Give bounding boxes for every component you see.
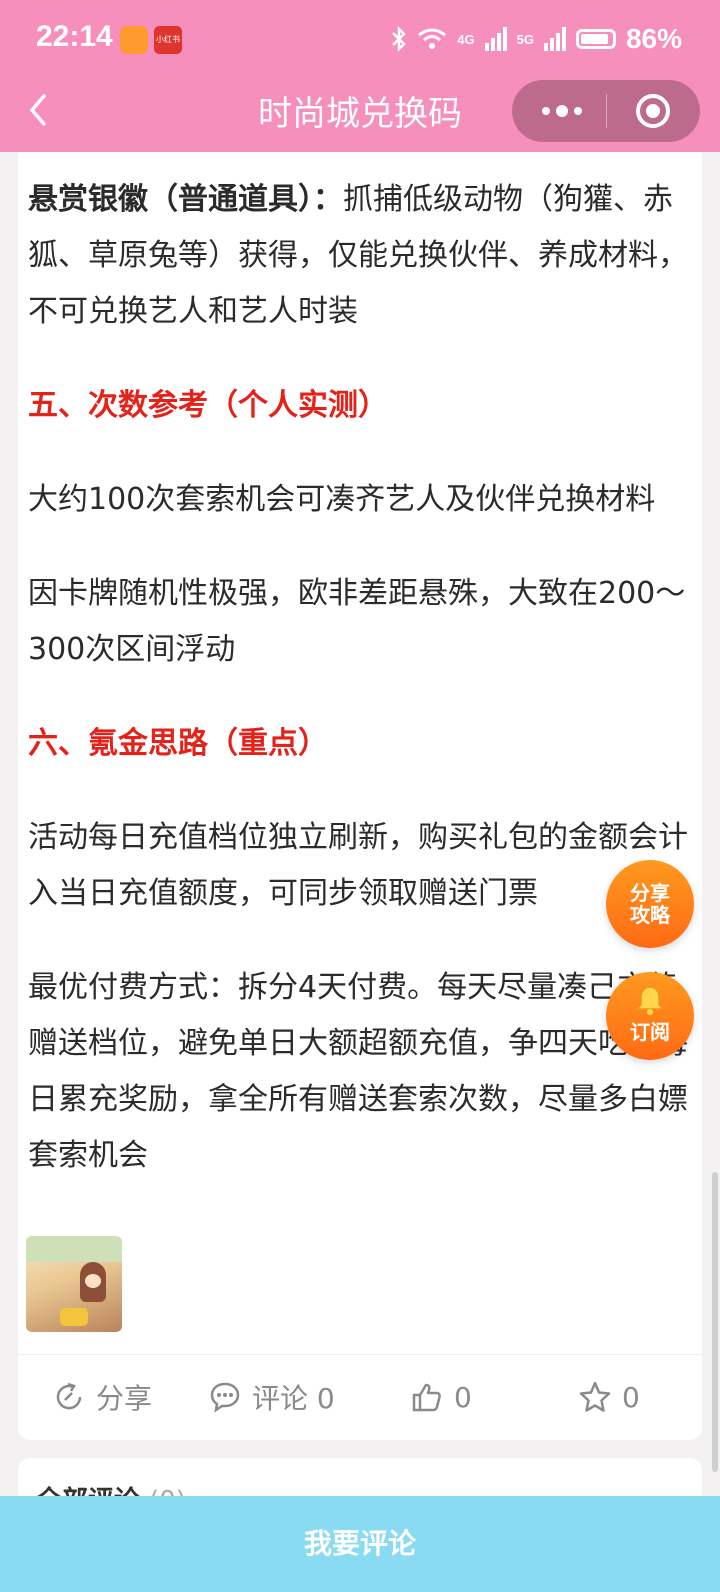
xiaohongshu-app-icon: 小红书 [154,26,182,54]
like-button[interactable]: 0 [410,1375,472,1419]
status-time: 22:14 [36,20,113,53]
article-body: 悬赏银徽（普通道具）：抓捕低级动物（狗獾、赤狐、草原兔等）获得，仅能兑换伙伴、养… [28,172,696,1222]
paragraph: 活动每日充值档位独立刷新，购买礼包的金额会计入当日充值额度，可同步领取赠送门票 [28,820,688,911]
favorite-count: 0 [622,1380,640,1414]
status-bar: 22:14 小红书 4G 5G 86% [0,0,720,78]
subscribe-float-button[interactable]: 订阅 [606,972,694,1060]
section-heading: 五、次数参考（个人实测） [28,388,388,423]
bluetooth-icon [392,26,407,52]
share-label: 分享 [96,1382,153,1415]
action-bar: 分享 评论 0 0 0 [18,1354,702,1439]
share-guide-line1: 分享 [630,881,670,905]
paragraph: 因卡牌随机性极强，欧非差距悬殊，大致在200～300次区间浮动 [28,576,686,667]
status-indicators: 4G 5G 86% [391,18,682,60]
article-card: 悬赏银徽（普通道具）：抓捕低级动物（狗獾、赤狐、草原兔等）获得，仅能兑换伙伴、养… [18,152,702,1440]
scrollbar[interactable] [712,1172,718,1472]
share-button[interactable]: 分享 [52,1375,152,1419]
record-target-icon[interactable] [636,94,670,128]
battery-percent: 86% [625,23,682,54]
thumbs-up-icon [412,1383,441,1412]
subscribe-label: 订阅 [630,1020,670,1044]
miniprogram-capsule [512,80,700,142]
signal-4g-label: 4G [457,31,475,47]
comment-count: 评论 0 [252,1382,335,1415]
nav-bar: 时尚城兑换码 [0,78,720,152]
paragraph: 悬赏银徽（普通道具）：抓捕低级动物（狗獾、赤狐、草原兔等）获得，仅能兑换伙伴、养… [28,172,696,340]
share-guide-line2: 攻略 [630,903,670,927]
heart-app-icon [120,26,148,54]
capsule-divider [606,94,607,128]
paragraph-bold-lead: 悬赏银徽（普通道具）： [28,182,343,217]
bell-icon [635,986,665,1015]
star-icon [579,1381,611,1412]
comment-icon [210,1382,240,1413]
comment-button[interactable]: 评论 0 [208,1375,335,1419]
favorite-button[interactable]: 0 [578,1375,640,1419]
signal-bars-icon [484,27,507,51]
more-dots-icon[interactable] [534,92,590,130]
section-heading: 六、氪金思路（重点） [28,726,328,761]
like-count: 0 [454,1380,472,1414]
wifi-icon [418,28,447,49]
battery-icon [575,29,616,49]
share-icon [56,1382,82,1410]
paragraph: 大约100次套索机会可凑齐艺人及伙伴兑换材料 [28,482,656,517]
paragraph: 最优付费方式：拆分4天付费。每天尽量凑己充值赠送档位，避免单日大额超额充值，争四… [28,970,688,1173]
share-guide-float-button[interactable]: 分享 攻略 [606,860,694,948]
signal-5g-label: 5G [516,31,534,47]
signal-bars-icon [543,27,566,51]
game-thumbnail-image[interactable] [26,1236,122,1332]
write-comment-button[interactable]: 我要评论 [0,1496,720,1592]
